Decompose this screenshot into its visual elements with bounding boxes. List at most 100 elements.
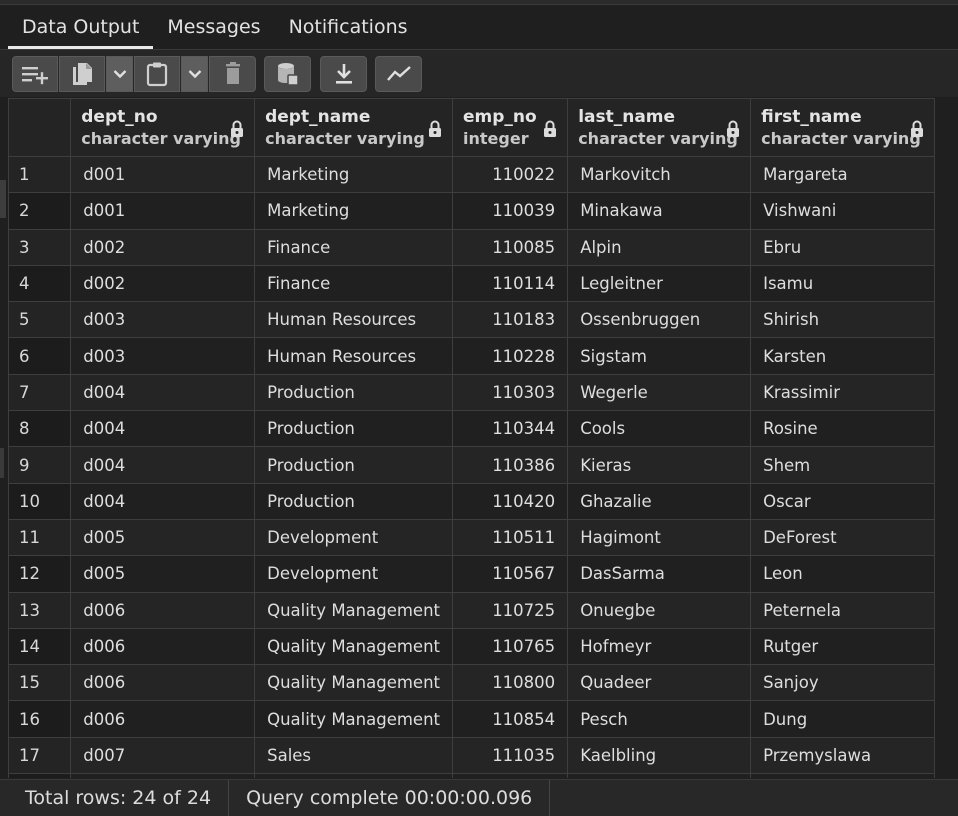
cell-dept-name[interactable]: Development [254, 518, 454, 557]
cell-dept-no[interactable]: d003 [70, 337, 256, 375]
cell-last-name[interactable]: Legleitner [567, 264, 752, 303]
cell-emp-no[interactable]: 110567 [452, 555, 569, 593]
cell-first-name[interactable]: Isamu [750, 264, 935, 303]
cell-first-name[interactable]: Shirish [750, 301, 935, 339]
cell-last-name[interactable]: Onuegbe [567, 591, 752, 629]
table-row[interactable]: 18 [8, 773, 935, 778]
row-number[interactable]: 2 [8, 192, 72, 230]
table-row[interactable]: 9 d004 Production 110386 Kieras Shem [8, 446, 935, 484]
cell-last-name[interactable]: DasSarma [567, 555, 752, 593]
cell-dept-name[interactable]: Human Resources [254, 337, 454, 375]
cell-dept-no[interactable]: d004 [70, 446, 256, 484]
cell-dept-name[interactable]: Quality Management [254, 627, 454, 666]
cell-first-name[interactable]: Oscar [750, 482, 935, 520]
row-number[interactable]: 6 [8, 337, 72, 375]
cell-last-name[interactable]: Sigstam [567, 337, 752, 375]
cell-first-name[interactable]: Sanjoy [750, 664, 935, 702]
cell-dept-no[interactable]: d005 [70, 518, 256, 557]
table-row[interactable]: 2 d001 Marketing 110039 Minakawa Vishwani [8, 192, 935, 230]
cell-dept-no[interactable]: d004 [70, 482, 256, 520]
cell-dept-name[interactable]: Sales [254, 736, 454, 775]
table-row[interactable]: 13 d006 Quality Management 110725 Onuegbe Pet… [8, 591, 935, 629]
cell-last-name[interactable]: Ossenbruggen [567, 301, 752, 339]
row-number-header[interactable] [8, 98, 72, 157]
cell-last-name[interactable]: Kaelbling [567, 736, 752, 775]
cell-dept-no[interactable]: d006 [70, 664, 256, 702]
cell-first-name[interactable]: Krassimir [750, 373, 935, 412]
cell-emp-no[interactable]: 110854 [452, 700, 569, 738]
row-number[interactable]: 13 [8, 591, 72, 629]
cell-emp-no[interactable]: 110420 [452, 482, 569, 520]
column-header-dept-name[interactable]: dept_name character varying [254, 98, 454, 157]
paste-button[interactable] [134, 56, 180, 92]
column-header-dept-no[interactable]: dept_no character varying [70, 98, 256, 157]
row-number[interactable]: 10 [8, 482, 72, 520]
delete-button[interactable] [209, 56, 256, 92]
cell-last-name[interactable]: Wegerle [567, 373, 752, 412]
cell-dept-name[interactable]: Quality Management [254, 664, 454, 702]
paste-options-dropdown[interactable] [181, 56, 208, 92]
cell-first-name[interactable]: Karsten [750, 337, 935, 375]
cell-dept-name[interactable]: Quality Management [254, 591, 454, 629]
table-row[interactable]: 8 d004 Production 110344 Cools Rosine [8, 410, 935, 448]
grid-vertical-scrollbar[interactable] [935, 98, 958, 778]
cell-first-name[interactable] [750, 773, 935, 778]
table-row[interactable]: 7 d004 Production 110303 Wegerle Krassimir [8, 373, 935, 412]
tab-messages[interactable]: Messages [153, 8, 274, 49]
table-row[interactable]: 12 d005 Development 110567 DasSarma Leon [8, 555, 935, 593]
cell-emp-no[interactable]: 110303 [452, 373, 569, 412]
row-number[interactable]: 12 [8, 555, 72, 593]
cell-last-name[interactable]: Cools [567, 410, 752, 448]
cell-emp-no[interactable]: 110511 [452, 518, 569, 557]
save-data-button[interactable] [264, 56, 311, 92]
cell-last-name[interactable]: Alpin [567, 228, 752, 266]
column-header-last-name[interactable]: last_name character varying [567, 98, 752, 157]
cell-last-name[interactable]: Minakawa [567, 192, 752, 230]
cell-emp-no[interactable]: 110085 [452, 228, 569, 266]
cell-emp-no[interactable]: 110039 [452, 192, 569, 230]
cell-dept-no[interactable]: d006 [70, 591, 256, 629]
cell-emp-no[interactable]: 110114 [452, 264, 569, 303]
cell-dept-no[interactable]: d004 [70, 410, 256, 448]
cell-dept-name[interactable]: Development [254, 555, 454, 593]
table-row[interactable]: 11 d005 Development 110511 Hagimont DeForest [8, 518, 935, 557]
column-header-emp-no[interactable]: emp_no integer [452, 98, 569, 157]
table-row[interactable]: 5 d003 Human Resources 110183 Ossenbruggen Sh… [8, 301, 935, 339]
cell-last-name[interactable]: Quadeer [567, 664, 752, 702]
cell-first-name[interactable]: Shem [750, 446, 935, 484]
table-row[interactable]: 16 d006 Quality Management 110854 Pesch Dung [8, 700, 935, 738]
cell-first-name[interactable]: Margareta [750, 155, 935, 194]
cell-last-name[interactable]: Pesch [567, 700, 752, 738]
cell-emp-no[interactable]: 110022 [452, 155, 569, 194]
cell-dept-no[interactable]: d002 [70, 228, 256, 266]
cell-dept-name[interactable]: Quality Management [254, 700, 454, 738]
cell-dept-name[interactable]: Human Resources [254, 301, 454, 339]
cell-emp-no[interactable]: 111035 [452, 736, 569, 775]
cell-emp-no[interactable] [452, 773, 569, 778]
cell-last-name[interactable]: Hagimont [567, 518, 752, 557]
graph-visualiser-button[interactable] [375, 56, 422, 92]
cell-emp-no[interactable]: 110228 [452, 337, 569, 375]
table-row[interactable]: 15 d006 Quality Management 110800 Quadeer San… [8, 664, 935, 702]
cell-first-name[interactable]: Rosine [750, 410, 935, 448]
cell-emp-no[interactable]: 110183 [452, 301, 569, 339]
column-header-first-name[interactable]: first_name character varying [750, 98, 935, 157]
table-row[interactable]: 14 d006 Quality Management 110765 Hofmeyr Rut… [8, 627, 935, 666]
cell-dept-no[interactable]: d006 [70, 700, 256, 738]
row-number[interactable]: 5 [8, 301, 72, 339]
cell-first-name[interactable]: Peternela [750, 591, 935, 629]
cell-dept-no[interactable]: d001 [70, 155, 256, 194]
cell-dept-no[interactable]: d004 [70, 373, 256, 412]
table-row[interactable]: 6 d003 Human Resources 110228 Sigstam Karsten [8, 337, 935, 375]
cell-dept-name[interactable]: Marketing [254, 155, 454, 194]
cell-last-name[interactable]: Markovitch [567, 155, 752, 194]
row-number[interactable]: 4 [8, 264, 72, 303]
cell-dept-name[interactable]: Marketing [254, 192, 454, 230]
row-number[interactable]: 15 [8, 664, 72, 702]
copy-button[interactable] [59, 56, 105, 92]
cell-dept-name[interactable]: Production [254, 446, 454, 484]
row-number[interactable]: 16 [8, 700, 72, 738]
table-row[interactable]: 10 d004 Production 110420 Ghazalie Oscar [8, 482, 935, 520]
cell-emp-no[interactable]: 110765 [452, 627, 569, 666]
table-row[interactable]: 4 d002 Finance 110114 Legleitner Isamu [8, 264, 935, 303]
